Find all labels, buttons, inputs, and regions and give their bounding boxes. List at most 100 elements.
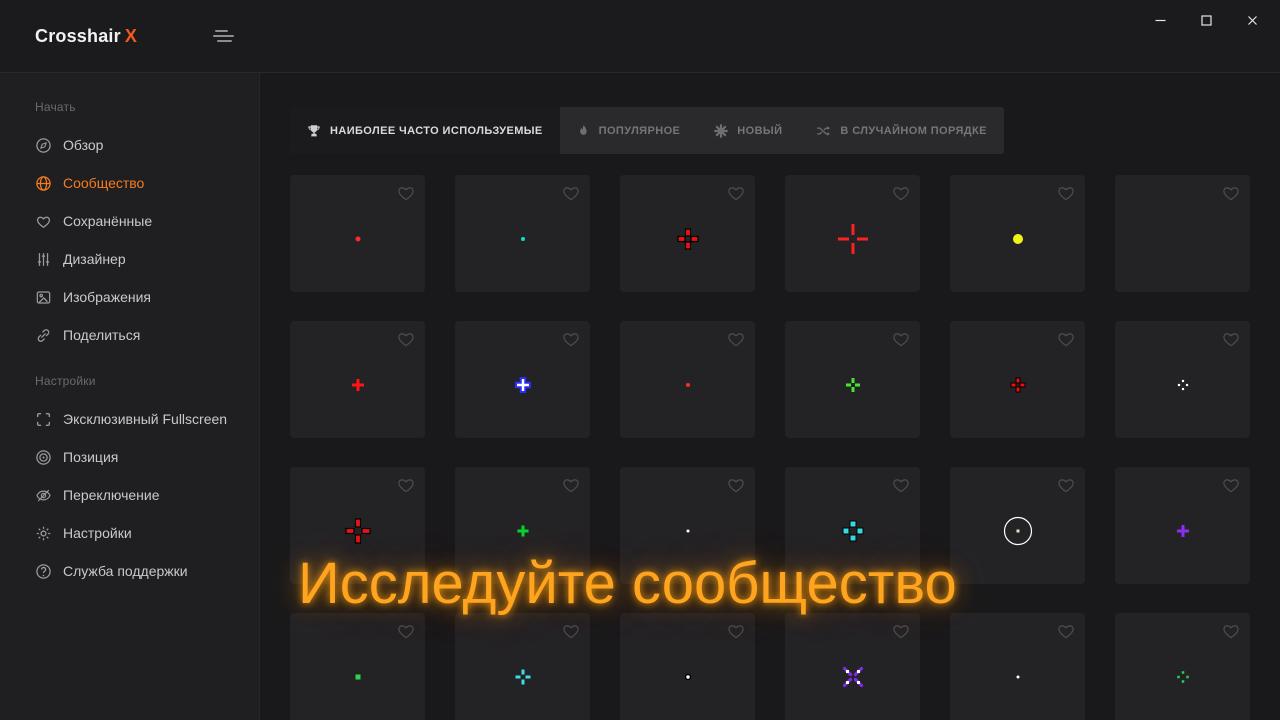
favorite-button[interactable] <box>561 621 581 640</box>
crosshair-card[interactable] <box>1115 321 1250 438</box>
favorite-button[interactable] <box>726 329 746 348</box>
heart-icon <box>561 475 581 494</box>
favorite-button[interactable] <box>1221 621 1241 640</box>
crosshair-card[interactable] <box>785 321 920 438</box>
tab-random[interactable]: В СЛУЧАЙНОМ ПОРЯДКЕ <box>799 107 1003 154</box>
heart-icon <box>561 183 581 202</box>
favorite-button[interactable] <box>396 621 416 640</box>
crosshair-preview <box>829 507 877 555</box>
favorite-button[interactable] <box>1221 329 1241 348</box>
crosshair-card[interactable] <box>950 467 1085 584</box>
heart-icon <box>891 329 911 348</box>
tab-label: НАИБОЛЕЕ ЧАСТО ИСПОЛЬЗУЕМЫЕ <box>330 125 543 137</box>
crosshair-preview <box>664 507 712 555</box>
favorite-button[interactable] <box>561 329 581 348</box>
crosshair-card[interactable] <box>455 613 590 720</box>
favorite-button[interactable] <box>1221 183 1241 202</box>
heart-icon <box>396 183 416 202</box>
tab-new[interactable]: НОВЫЙ <box>697 107 799 154</box>
favorite-button[interactable] <box>891 183 911 202</box>
menu-toggle-button[interactable] <box>213 30 237 46</box>
favorite-button[interactable] <box>561 183 581 202</box>
heart-icon <box>1056 621 1076 640</box>
title-bar: CrosshairX <box>0 0 1280 73</box>
crosshair-preview <box>994 653 1042 701</box>
crosshair-card[interactable] <box>620 321 755 438</box>
sidebar-item-saved[interactable]: Сохранённые <box>0 202 259 240</box>
favorite-button[interactable] <box>726 183 746 202</box>
heart-icon <box>726 621 746 640</box>
sidebar-item-images[interactable]: Изображения <box>0 278 259 316</box>
crosshair-card[interactable] <box>1115 467 1250 584</box>
crosshair-card[interactable] <box>290 175 425 292</box>
crosshair-x-window: CrosshairX НачатьОбзорСообществоСохранён… <box>0 0 1280 720</box>
crosshair-preview <box>664 361 712 409</box>
minimize-button[interactable] <box>1144 6 1176 34</box>
sliders-icon <box>35 251 52 268</box>
favorite-button[interactable] <box>561 475 581 494</box>
favorite-button[interactable] <box>891 621 911 640</box>
crosshair-card[interactable] <box>620 613 755 720</box>
crosshair-preview <box>334 361 382 409</box>
favorite-button[interactable] <box>1056 475 1076 494</box>
sidebar-item-share[interactable]: Поделиться <box>0 316 259 354</box>
crosshair-card[interactable] <box>785 613 920 720</box>
heart-icon <box>1056 475 1076 494</box>
sidebar-item-label: Настройки <box>63 525 132 541</box>
explore-community-headline: Исследуйте сообщество <box>298 552 957 616</box>
favorite-button[interactable] <box>396 329 416 348</box>
sidebar: НачатьОбзорСообществоСохранённые Дизайнер… <box>0 72 260 720</box>
favorite-button[interactable] <box>891 329 911 348</box>
crosshair-preview <box>994 507 1042 555</box>
sidebar-item-overview[interactable]: Обзор <box>0 126 259 164</box>
favorite-button[interactable] <box>1221 475 1241 494</box>
crosshair-card[interactable] <box>1115 613 1250 720</box>
burst-icon <box>714 124 728 138</box>
heart-icon <box>726 183 746 202</box>
heart-icon <box>1056 183 1076 202</box>
crosshair-grid <box>290 175 1250 720</box>
maximize-button[interactable] <box>1190 6 1222 34</box>
crosshair-card[interactable] <box>620 175 755 292</box>
crosshair-preview <box>1159 215 1207 263</box>
crosshair-card[interactable] <box>1115 175 1250 292</box>
main-content: НАИБОЛЕЕ ЧАСТО ИСПОЛЬЗУЕМЫЕ ПОПУЛЯРНОЕ НОВ… <box>260 72 1280 720</box>
crosshair-preview <box>1159 361 1207 409</box>
sidebar-item-label: Позиция <box>63 449 118 465</box>
sidebar-item-exclusive-fullscreen[interactable]: Эксклюзивный Fullscreen <box>0 400 259 438</box>
crosshair-card[interactable] <box>950 613 1085 720</box>
crosshair-card[interactable] <box>455 321 590 438</box>
sidebar-item-toggle[interactable]: Переключение <box>0 476 259 514</box>
favorite-button[interactable] <box>396 183 416 202</box>
crosshair-card[interactable] <box>950 175 1085 292</box>
heart-icon <box>1221 621 1241 640</box>
sidebar-item-position[interactable]: Позиция <box>0 438 259 476</box>
sidebar-section-label: Начать <box>0 100 259 126</box>
tab-popular[interactable]: ПОПУЛЯРНОЕ <box>560 107 698 154</box>
favorite-button[interactable] <box>396 475 416 494</box>
crosshair-card[interactable] <box>290 321 425 438</box>
crosshair-card[interactable] <box>950 321 1085 438</box>
tab-most-used[interactable]: НАИБОЛЕЕ ЧАСТО ИСПОЛЬЗУЕМЫЕ <box>290 107 560 154</box>
crosshair-card[interactable] <box>455 175 590 292</box>
tab-label: ПОПУЛЯРНОЕ <box>599 125 681 137</box>
crosshair-preview <box>334 507 382 555</box>
flame-icon <box>577 124 590 138</box>
close-button[interactable] <box>1236 6 1268 34</box>
favorite-button[interactable] <box>1056 621 1076 640</box>
crosshair-card[interactable] <box>290 613 425 720</box>
favorite-button[interactable] <box>726 475 746 494</box>
sidebar-item-support[interactable]: Служба поддержки <box>0 552 259 590</box>
heart-icon <box>726 475 746 494</box>
sidebar-item-designer[interactable]: Дизайнер <box>0 240 259 278</box>
link-icon <box>35 327 52 344</box>
sidebar-item-settings[interactable]: Настройки <box>0 514 259 552</box>
sidebar-item-community[interactable]: Сообщество <box>0 164 259 202</box>
favorite-button[interactable] <box>1056 329 1076 348</box>
favorite-button[interactable] <box>726 621 746 640</box>
crosshair-card[interactable] <box>785 175 920 292</box>
sidebar-item-label: Дизайнер <box>63 251 126 267</box>
crosshair-preview <box>1159 653 1207 701</box>
favorite-button[interactable] <box>1056 183 1076 202</box>
favorite-button[interactable] <box>891 475 911 494</box>
